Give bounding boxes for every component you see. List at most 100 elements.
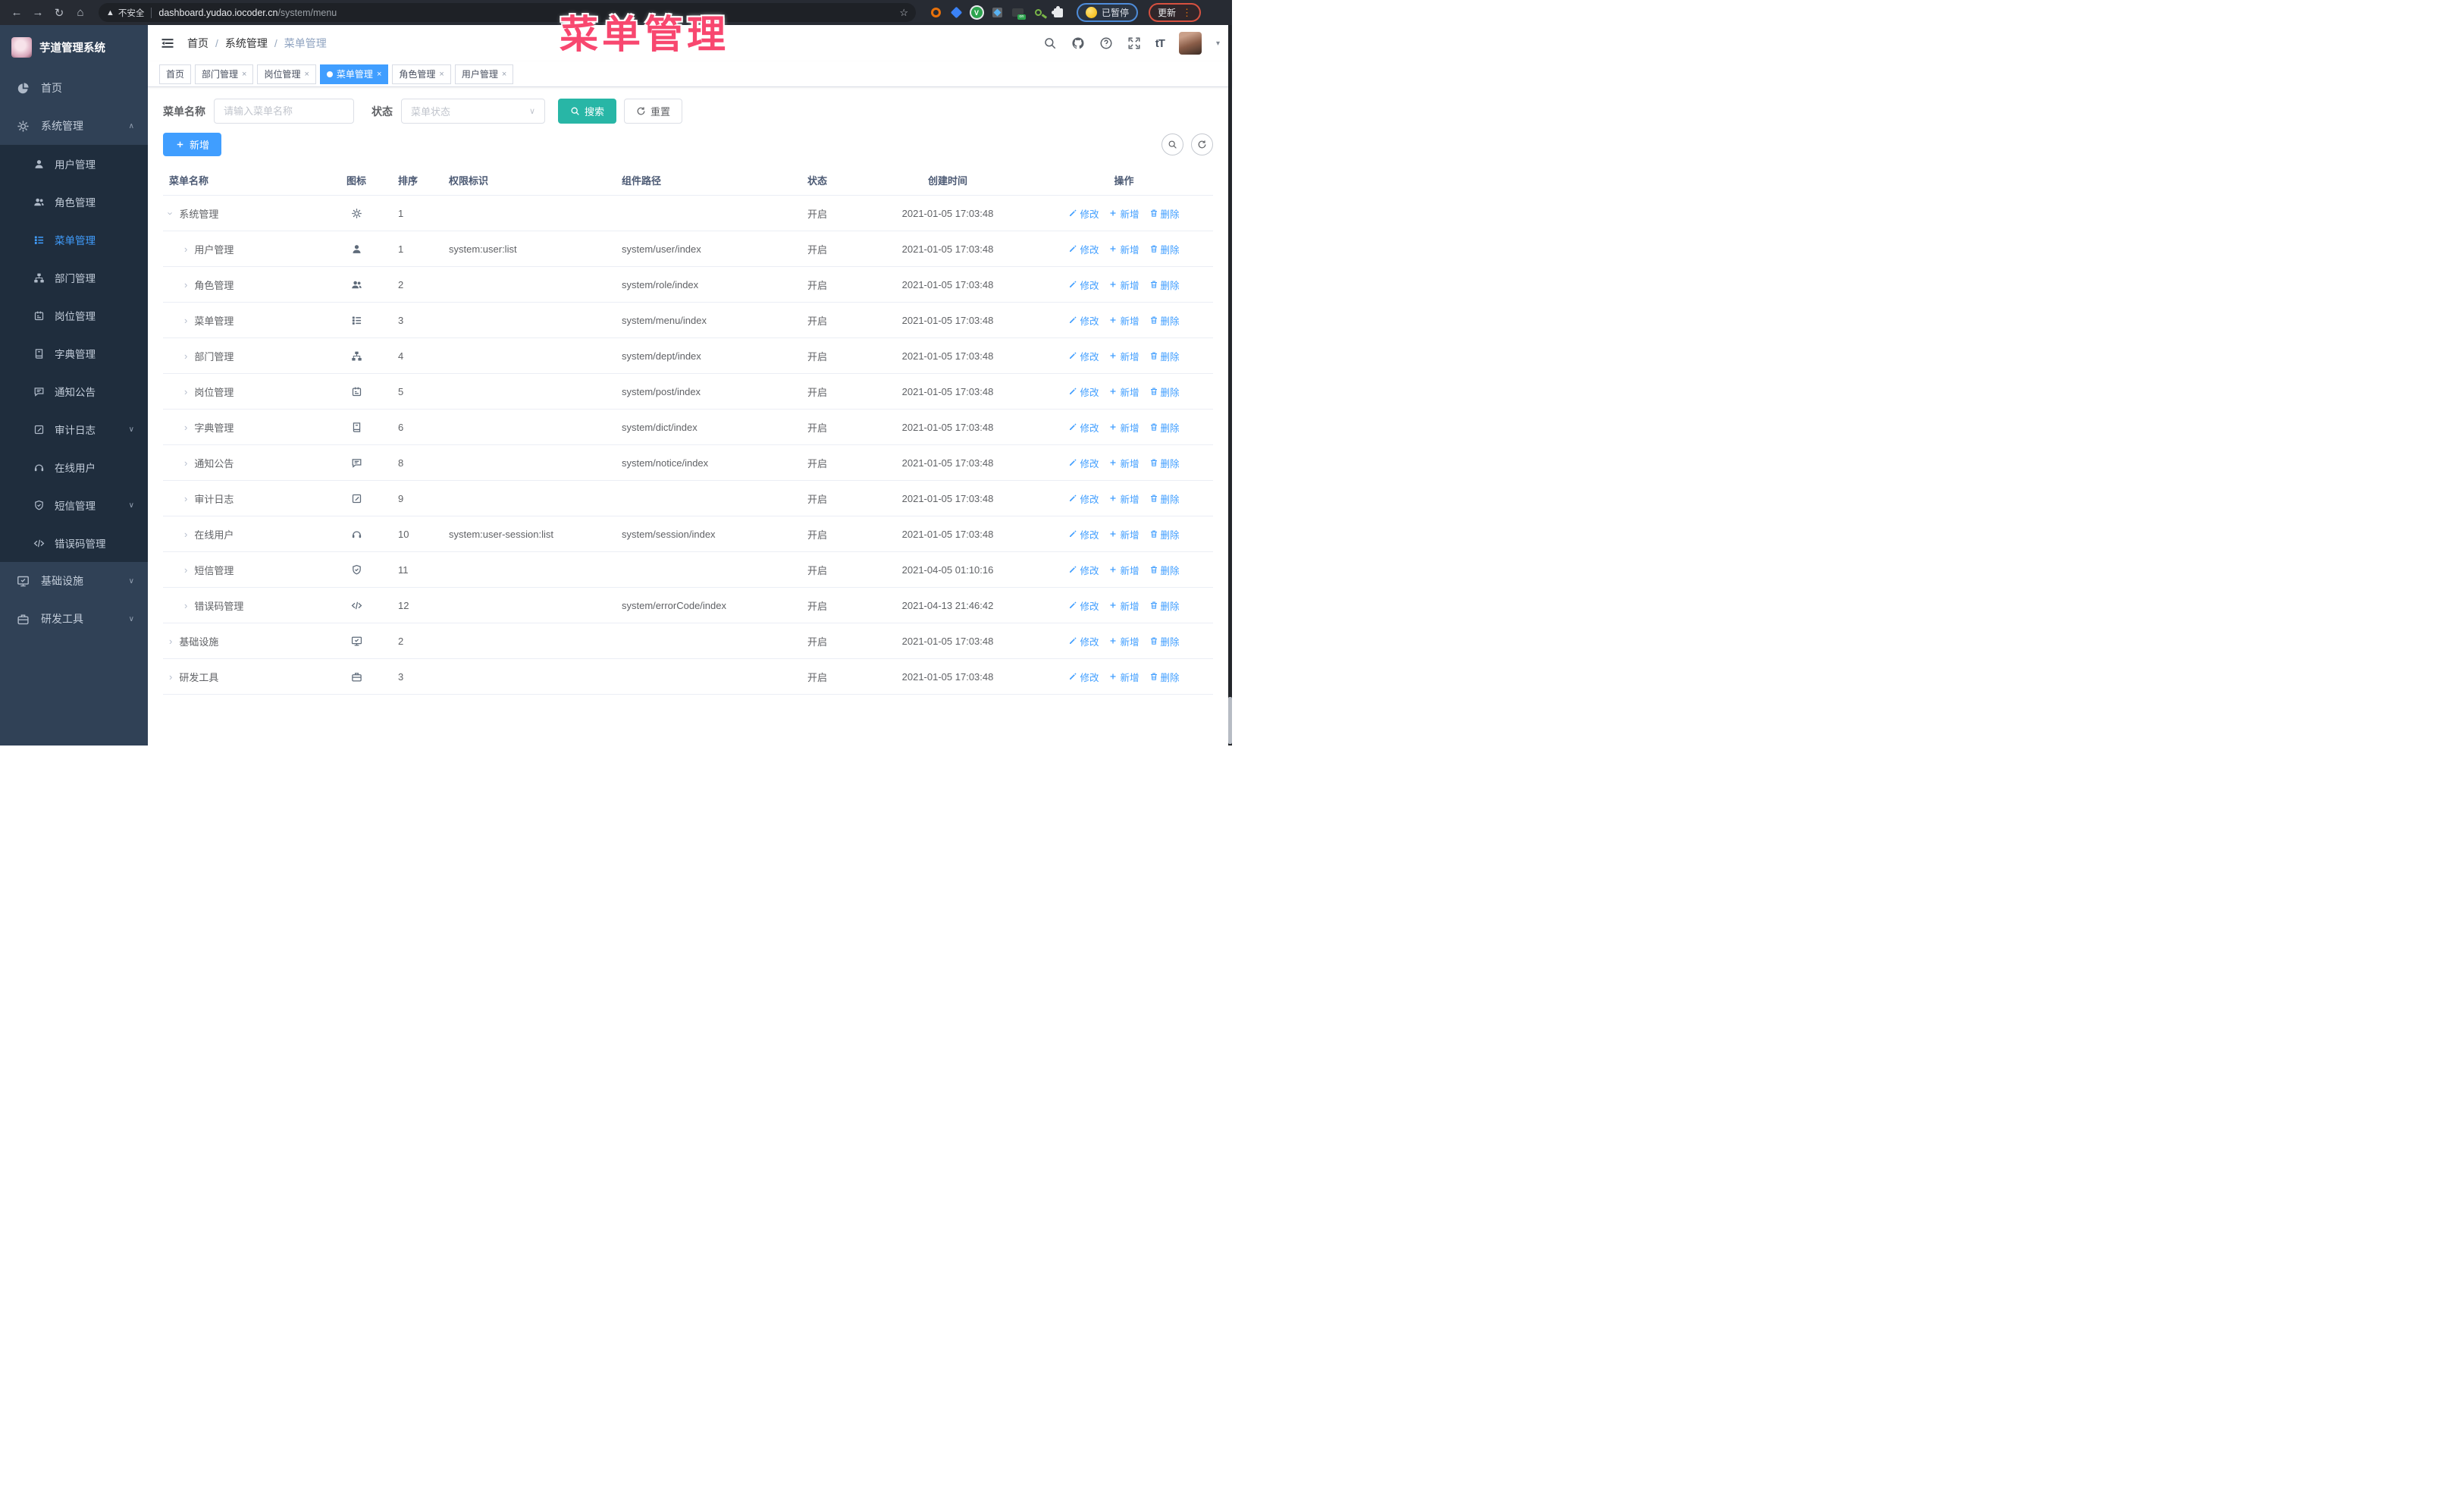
sidebar-item-错误码管理[interactable]: 错误码管理 — [0, 524, 148, 562]
paused-badge[interactable]: 已暂停 — [1077, 3, 1139, 22]
op-delete-link[interactable]: 删除 — [1149, 634, 1180, 648]
sidebar-item-审计日志[interactable]: 审计日志 ∨ — [0, 410, 148, 448]
op-edit-link[interactable]: 修改 — [1068, 420, 1099, 435]
sidebar-item-菜单管理[interactable]: 菜单管理 — [0, 221, 148, 259]
sidebar-item-通知公告[interactable]: 通知公告 — [0, 372, 148, 410]
extension-icon[interactable]: on — [1011, 7, 1026, 20]
tab-菜单管理[interactable]: 菜单管理 × — [319, 64, 389, 84]
chevron-right-icon[interactable]: › — [184, 493, 187, 504]
avatar-caret-icon[interactable]: ▾ — [1216, 39, 1220, 48]
op-add-link[interactable]: 新增 — [1108, 634, 1140, 648]
sidebar-item-岗位管理[interactable]: 岗位管理 — [0, 297, 148, 334]
op-add-link[interactable]: 新增 — [1108, 598, 1140, 613]
op-delete-link[interactable]: 删除 — [1149, 527, 1180, 541]
op-edit-link[interactable]: 修改 — [1068, 670, 1099, 684]
extension-icon[interactable] — [991, 7, 1003, 19]
op-delete-link[interactable]: 删除 — [1149, 385, 1180, 399]
update-button[interactable]: 更新 ⋮ — [1149, 3, 1202, 22]
op-edit-link[interactable]: 修改 — [1068, 206, 1099, 221]
close-icon[interactable]: × — [502, 70, 506, 79]
extension-icon[interactable] — [950, 6, 962, 19]
chevron-right-icon[interactable]: › — [169, 671, 172, 683]
chevron-right-icon[interactable]: › — [184, 243, 187, 255]
op-add-link[interactable]: 新增 — [1108, 206, 1140, 221]
op-add-link[interactable]: 新增 — [1108, 313, 1140, 328]
op-add-link[interactable]: 新增 — [1108, 456, 1140, 470]
bookmark-star-icon[interactable]: ☆ — [899, 7, 908, 19]
tab-角色管理[interactable]: 角色管理 × — [392, 64, 451, 84]
browser-back-icon[interactable]: ← — [8, 4, 26, 22]
op-edit-link[interactable]: 修改 — [1068, 456, 1099, 470]
fullscreen-icon[interactable] — [1127, 36, 1141, 50]
sidebar-item-基础设施[interactable]: 基础设施 ∨ — [0, 562, 148, 600]
close-icon[interactable]: × — [439, 70, 444, 79]
chevron-right-icon[interactable]: › — [184, 350, 187, 362]
op-edit-link[interactable]: 修改 — [1068, 598, 1099, 613]
browser-reload-icon[interactable]: ↻ — [50, 4, 68, 22]
chevron-right-icon[interactable]: › — [184, 529, 187, 540]
op-delete-link[interactable]: 删除 — [1149, 278, 1180, 292]
search-button[interactable]: 搜索 — [558, 99, 617, 124]
add-button[interactable]: 新增 — [163, 133, 222, 156]
user-avatar[interactable] — [1178, 32, 1202, 55]
chevron-right-icon[interactable]: › — [184, 457, 187, 469]
tab-岗位管理[interactable]: 岗位管理 × — [257, 64, 316, 84]
op-add-link[interactable]: 新增 — [1108, 420, 1140, 435]
chevron-right-icon[interactable]: › — [184, 600, 187, 611]
op-delete-link[interactable]: 删除 — [1149, 598, 1180, 613]
hamburger-icon[interactable] — [160, 36, 175, 51]
extension-icon[interactable]: V — [970, 7, 983, 19]
op-edit-link[interactable]: 修改 — [1068, 242, 1099, 256]
address-bar[interactable]: ▲ 不安全 dashboard.yudao.iocoder.cn/system/… — [99, 3, 916, 22]
sidebar-item-字典管理[interactable]: 字典管理 — [0, 334, 148, 372]
close-icon[interactable]: × — [377, 70, 381, 79]
sidebar-item-系统管理[interactable]: 系统管理 ∧ — [0, 107, 148, 145]
sidebar-item-角色管理[interactable]: 角色管理 — [0, 183, 148, 221]
op-delete-link[interactable]: 删除 — [1149, 313, 1180, 328]
toggle-search-button[interactable] — [1161, 133, 1183, 155]
chevron-down-icon[interactable]: › — [165, 212, 177, 215]
chevron-right-icon[interactable]: › — [169, 636, 172, 647]
browser-home-icon[interactable]: ⌂ — [71, 4, 89, 22]
op-edit-link[interactable]: 修改 — [1068, 491, 1099, 506]
menu-name-input[interactable] — [214, 99, 354, 124]
op-delete-link[interactable]: 删除 — [1149, 206, 1180, 221]
chevron-right-icon[interactable]: › — [184, 386, 187, 397]
breadcrumb-system[interactable]: 系统管理 — [225, 36, 268, 51]
op-delete-link[interactable]: 删除 — [1149, 670, 1180, 684]
browser-menu-icon[interactable]: ⋮ — [1182, 7, 1192, 19]
font-size-icon[interactable]: tT — [1155, 37, 1165, 50]
extension-icon[interactable] — [929, 7, 942, 19]
op-add-link[interactable]: 新增 — [1108, 349, 1140, 363]
op-edit-link[interactable]: 修改 — [1068, 385, 1099, 399]
op-edit-link[interactable]: 修改 — [1068, 313, 1099, 328]
op-edit-link[interactable]: 修改 — [1068, 278, 1099, 292]
op-add-link[interactable]: 新增 — [1108, 278, 1140, 292]
chevron-right-icon[interactable]: › — [184, 422, 187, 433]
op-edit-link[interactable]: 修改 — [1068, 527, 1099, 541]
tab-部门管理[interactable]: 部门管理 × — [195, 64, 254, 84]
chevron-right-icon[interactable]: › — [184, 564, 187, 576]
op-add-link[interactable]: 新增 — [1108, 491, 1140, 506]
sidebar-item-短信管理[interactable]: 短信管理 ∨ — [0, 486, 148, 524]
extension-icon[interactable] — [1032, 7, 1044, 19]
tab-首页[interactable]: 首页 — [159, 64, 192, 84]
op-edit-link[interactable]: 修改 — [1068, 634, 1099, 648]
op-delete-link[interactable]: 删除 — [1149, 456, 1180, 470]
op-delete-link[interactable]: 删除 — [1149, 563, 1180, 577]
op-delete-link[interactable]: 删除 — [1149, 349, 1180, 363]
close-icon[interactable]: × — [304, 70, 309, 79]
op-edit-link[interactable]: 修改 — [1068, 563, 1099, 577]
sidebar-item-用户管理[interactable]: 用户管理 — [0, 145, 148, 183]
sidebar-item-研发工具[interactable]: 研发工具 ∨ — [0, 600, 148, 638]
op-add-link[interactable]: 新增 — [1108, 670, 1140, 684]
op-add-link[interactable]: 新增 — [1108, 527, 1140, 541]
refresh-table-button[interactable] — [1191, 133, 1213, 155]
op-add-link[interactable]: 新增 — [1108, 385, 1140, 399]
chevron-right-icon[interactable]: › — [184, 315, 187, 326]
status-select[interactable]: 菜单状态 ∨ — [401, 99, 545, 124]
sidebar-item-在线用户[interactable]: 在线用户 — [0, 448, 148, 486]
op-delete-link[interactable]: 删除 — [1149, 491, 1180, 506]
puzzle-extensions-icon[interactable] — [1052, 5, 1064, 19]
window-scrollbar[interactable] — [1228, 25, 1232, 746]
